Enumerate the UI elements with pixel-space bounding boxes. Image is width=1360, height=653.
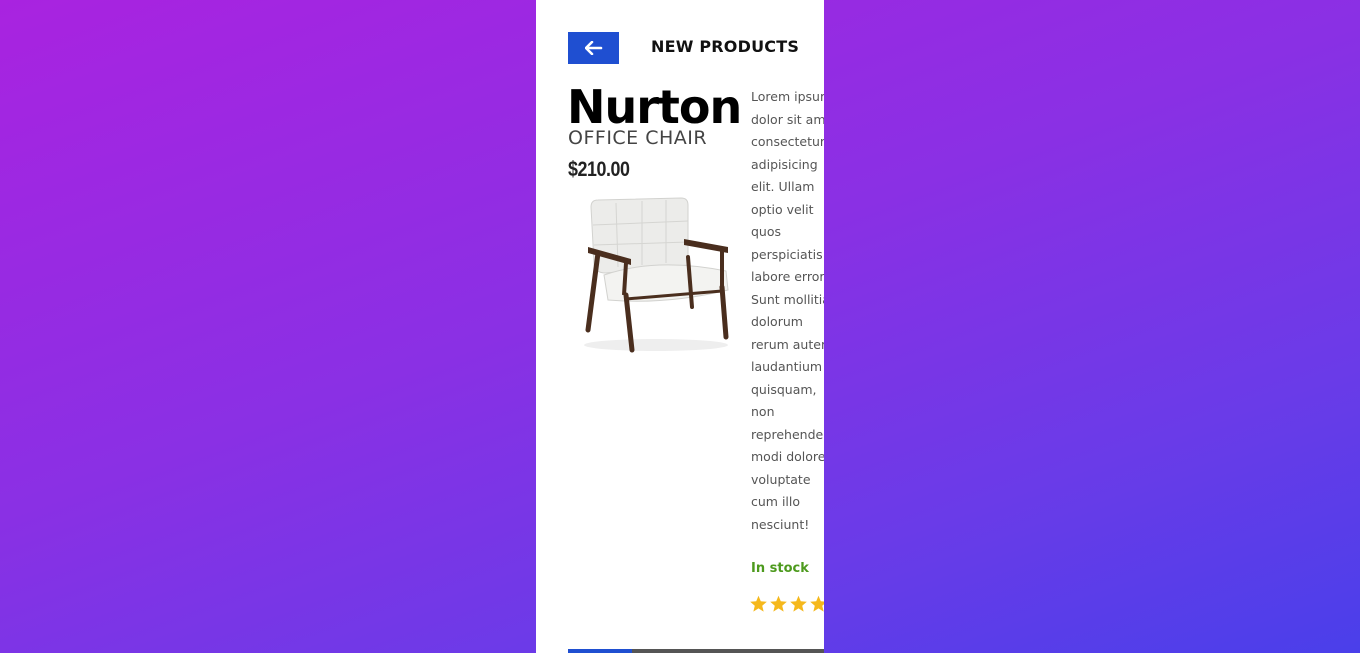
arrow-left-icon [584, 41, 602, 55]
product-description: Lorem ipsum dolor sit amet consectetur a… [751, 89, 824, 532]
back-button[interactable] [568, 32, 619, 64]
star-icon [750, 595, 767, 612]
product-image [576, 195, 736, 355]
rating-stars [749, 590, 824, 618]
page-title: NEW PRODUCTS [651, 37, 800, 56]
product-type: OFFICE CHAIR [568, 127, 708, 149]
star-icon [790, 595, 807, 612]
bottom-bar-accent [568, 649, 632, 653]
product-card: NEW PRODUCTS Nurton OFFICE CHAIR $210.00 [536, 0, 824, 653]
bottom-bar [568, 649, 824, 653]
star-icon [770, 595, 787, 612]
stock-status: In stock [751, 561, 809, 576]
star-icon [810, 595, 824, 612]
product-price: $210.00 [568, 158, 630, 181]
